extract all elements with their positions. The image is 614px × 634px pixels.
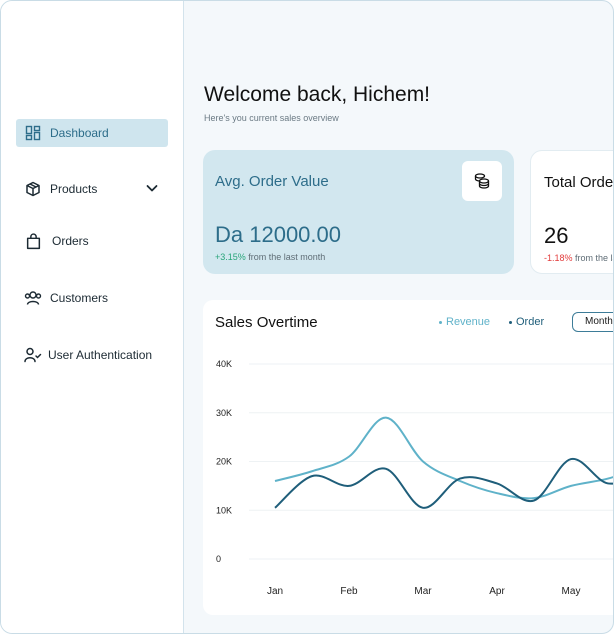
y-tick-label: 0: [216, 554, 221, 564]
sidebar-item-customers[interactable]: Customers: [16, 284, 168, 312]
delta-suffix: from the last month: [245, 252, 326, 262]
sidebar-item-label: Dashboard: [50, 126, 109, 140]
delta-positive: +3.15%: [215, 252, 246, 262]
sales-chart-card: Sales Overtime Revenue Order Monthly 40K…: [203, 300, 613, 615]
page-subtitle: Here's you current sales overview: [204, 113, 339, 123]
coins-icon: [474, 173, 490, 189]
card-value: Da 12000.00: [215, 222, 341, 247]
total-orders-card: Total Orders 26 -1.18% from the last mon…: [530, 150, 614, 274]
y-tick-label: 10K: [216, 505, 232, 515]
coins-icon-button[interactable]: [462, 161, 502, 201]
sidebar-item-dashboard[interactable]: Dashboard: [16, 119, 168, 147]
card-label: Avg. Order Value: [215, 173, 329, 190]
page-title: Welcome back, Hichem!: [204, 83, 431, 106]
x-tick-label: Mar: [414, 586, 432, 597]
app-window: Dashboard Products Orders Customers User…: [0, 0, 614, 634]
card-value: 26: [544, 223, 569, 248]
sidebar-item-user-authentication[interactable]: User Authentication: [16, 341, 168, 369]
sidebar-item-label: Products: [50, 182, 98, 196]
x-tick-label: Apr: [489, 586, 505, 597]
sidebar-item-orders[interactable]: Orders: [16, 227, 168, 255]
delta-suffix: from the last month: [575, 253, 613, 263]
sales-line-chart: 40K 30K 20K 10K 0 Jan Feb Mar Apr May: [216, 359, 613, 597]
shopping-bag-icon: [24, 232, 42, 250]
y-tick-label: 40K: [216, 359, 232, 369]
sidebar: Dashboard Products Orders Customers User…: [1, 1, 184, 633]
delta-negative: -1.18%: [544, 253, 573, 263]
avg-order-value-card: Avg. Order Value Da 12000.00 +3.15% from…: [203, 150, 514, 274]
y-tick-label: 30K: [216, 408, 232, 418]
card-delta: +3.15% from the last month: [215, 252, 325, 262]
y-tick-label: 20K: [216, 457, 232, 467]
card-label: Total Orders: [544, 174, 614, 191]
users-icon: [24, 289, 42, 307]
x-tick-label: May: [562, 586, 581, 597]
dashboard-icon: [24, 124, 42, 142]
sidebar-item-products[interactable]: Products: [16, 175, 168, 203]
x-tick-label: Jan: [267, 586, 283, 597]
sidebar-item-label: User Authentication: [48, 348, 153, 362]
chevron-down-icon[interactable]: [144, 180, 160, 196]
main-content: Welcome back, Hichem! Here's you current…: [184, 1, 614, 633]
card-delta: -1.18% from the last month: [544, 253, 613, 263]
x-tick-label: Feb: [340, 586, 358, 597]
sidebar-item-label: Orders: [52, 234, 89, 248]
sidebar-item-label: Customers: [50, 291, 109, 305]
box-icon: [24, 180, 42, 198]
user-check-icon: [24, 346, 42, 364]
revenue-line: [274, 416, 613, 500]
